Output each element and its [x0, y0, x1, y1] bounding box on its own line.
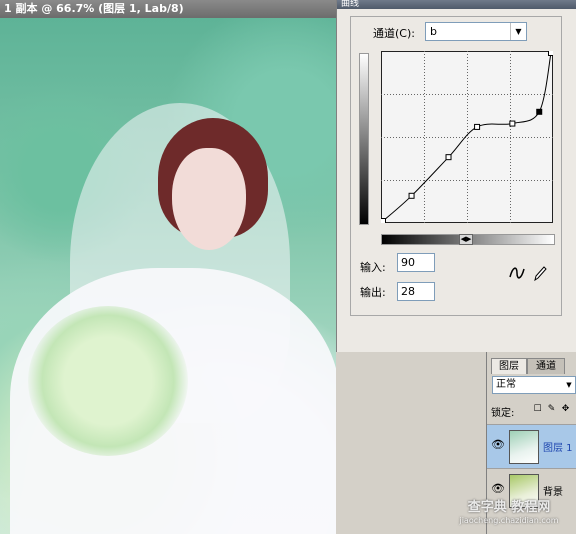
chevron-down-icon[interactable]: ▼ — [563, 377, 575, 393]
curve-point-icon[interactable] — [508, 264, 526, 282]
tab-channels[interactable]: 通道 — [527, 358, 565, 374]
curve-point — [381, 218, 386, 223]
layer-name: 图层 1 — [543, 443, 573, 454]
channel-select[interactable]: b ▼ — [425, 22, 527, 41]
input-field[interactable]: 90 — [397, 253, 435, 272]
eye-icon[interactable]: 👁 — [491, 482, 505, 496]
lock-label: 锁定: — [491, 408, 515, 419]
tab-layers[interactable]: 图层 — [491, 358, 527, 374]
output-field[interactable]: 28 — [397, 282, 435, 301]
watermark-line2: jiaocheng.chazidian.com — [459, 516, 559, 525]
document-window: 1 副本 @ 66.7% (图层 1, Lab/8) — [0, 0, 336, 534]
watermark-line1: 查字典 教程网 — [467, 500, 551, 515]
layer-name: 背景 — [543, 487, 563, 498]
channel-value: b — [430, 25, 437, 38]
lock-position-icon[interactable]: ✥ — [560, 404, 571, 415]
bouquet-shape — [28, 306, 188, 456]
dialog-title: 曲线 — [337, 0, 576, 9]
curve-graph[interactable] — [381, 51, 553, 223]
blend-mode-select[interactable]: 正常 ▼ — [492, 376, 576, 394]
watermark: 查字典 教程网 jiaocheng.chazidian.com — [442, 500, 576, 534]
blend-mode-value: 正常 — [496, 379, 516, 390]
curve-point — [509, 120, 516, 127]
curve-point — [536, 108, 543, 115]
input-label: 输入: — [360, 261, 386, 274]
lock-pixels-icon[interactable]: ✎ — [546, 404, 557, 415]
face-shape — [172, 148, 246, 250]
photo-canvas[interactable] — [0, 18, 336, 534]
eye-icon[interactable]: 👁 — [491, 438, 505, 452]
chevron-down-icon[interactable]: ▼ — [510, 23, 526, 40]
curves-dialog: 曲线 通道(C): b ▼ ◀▶ 输入: 90 输出: 28 — [336, 0, 576, 352]
curve-point — [445, 154, 452, 161]
document-title: 1 副本 @ 66.7% (图层 1, Lab/8) — [0, 0, 336, 18]
output-gradient-bar — [359, 53, 369, 225]
curve-point — [548, 51, 553, 56]
curve-point — [408, 192, 415, 199]
pencil-icon[interactable] — [532, 264, 548, 282]
output-label: 输出: — [360, 286, 386, 299]
gradient-toggle-icon[interactable]: ◀▶ — [459, 234, 473, 245]
lock-transparency-icon[interactable]: ☐ — [532, 404, 543, 415]
channel-label: 通道(C): — [373, 27, 415, 40]
layer-row[interactable]: 👁 图层 1 — [487, 424, 576, 468]
layer-thumbnail — [509, 430, 539, 464]
lock-row: 锁定: ☐ ✎ ✥ — [491, 402, 576, 419]
curve-point — [474, 123, 481, 130]
